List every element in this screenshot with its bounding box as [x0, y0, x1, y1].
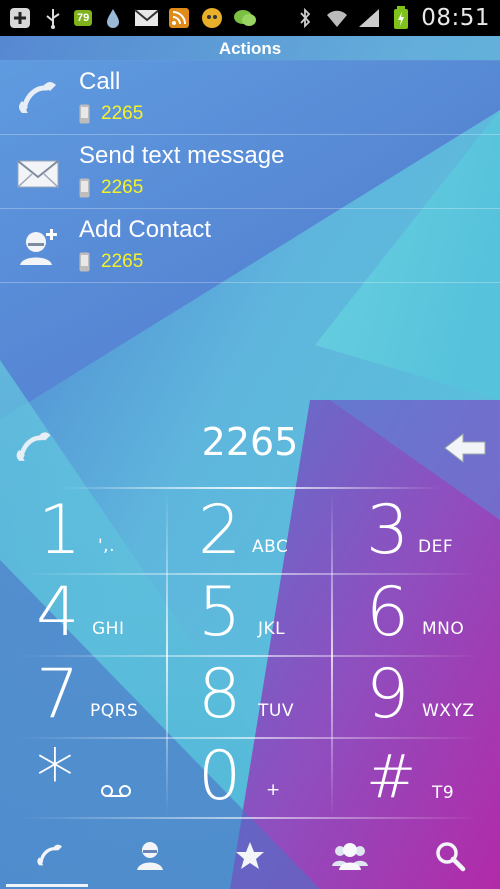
key-4[interactable]: 4 GHI	[0, 574, 166, 655]
action-add-contact[interactable]: Add Contact 2265	[0, 209, 500, 283]
star-icon	[236, 841, 264, 869]
backspace-icon	[444, 432, 486, 464]
keypad-divider	[20, 655, 480, 657]
keypad-divider	[20, 737, 480, 739]
wifi-icon	[325, 7, 349, 29]
keypad-divider	[20, 817, 480, 819]
action-label: Call	[79, 68, 121, 95]
action-list: Call 2265 Send text message 2265 Add Con…	[0, 61, 500, 283]
envelope-icon	[14, 149, 62, 197]
mobile-phone-icon	[79, 104, 90, 124]
add-contact-icon	[14, 223, 62, 271]
group-icon	[332, 842, 368, 870]
battery-icon	[389, 6, 413, 29]
dialed-number: 2265	[201, 420, 299, 464]
active-tab-indicator	[6, 884, 88, 887]
keypad-divider	[20, 573, 480, 575]
key-2[interactable]: 2 ABC	[166, 492, 332, 573]
mobile-phone-icon	[79, 252, 90, 272]
action-label: Add Contact	[79, 216, 212, 243]
add-icon	[8, 7, 32, 29]
key-6[interactable]: 6 MNO	[332, 574, 498, 655]
usb-icon	[41, 7, 65, 29]
key-7[interactable]: 7 PQRS	[0, 656, 166, 737]
dial-header: 2265	[0, 412, 500, 482]
person-icon	[137, 841, 163, 870]
action-label: Send text message	[79, 142, 285, 169]
action-send-text[interactable]: Send text message 2265	[0, 135, 500, 209]
signal-icon	[357, 7, 381, 29]
dial-separator	[60, 487, 440, 489]
action-number: 2265	[101, 251, 144, 272]
voicemail-icon	[100, 784, 132, 803]
tab-favorites[interactable]	[200, 822, 300, 889]
tab-phone[interactable]	[0, 822, 100, 889]
actions-header: Actions	[0, 36, 500, 61]
drop-icon	[101, 7, 125, 29]
bluetooth-icon	[293, 7, 317, 29]
backspace-button[interactable]	[443, 432, 487, 464]
mobile-phone-icon	[79, 178, 90, 198]
key-star[interactable]: *	[0, 738, 166, 819]
phone-icon	[37, 844, 62, 865]
action-number: 2265	[101, 103, 144, 124]
key-9[interactable]: 9 WXYZ	[332, 656, 498, 737]
key-hash[interactable]: # T9	[332, 738, 498, 819]
status-bar: 79 08:51	[0, 0, 500, 36]
search-icon	[436, 841, 466, 871]
chat-icon	[233, 7, 257, 29]
clock: 08:51	[421, 5, 490, 31]
rss-icon	[167, 7, 191, 29]
bottom-tab-bar	[0, 822, 500, 889]
key-1[interactable]: 1 ',.	[0, 492, 166, 573]
action-number: 2265	[101, 177, 144, 198]
tab-search[interactable]	[400, 822, 500, 889]
tab-contacts[interactable]	[100, 822, 200, 889]
phone-icon	[14, 75, 62, 123]
key-8[interactable]: 8 TUV	[166, 656, 332, 737]
key-3[interactable]: 3 DEF	[332, 492, 498, 573]
key-5[interactable]: 5 JKL	[166, 574, 332, 655]
tab-groups[interactable]	[300, 822, 400, 889]
action-call[interactable]: Call 2265	[0, 61, 500, 135]
fire-icon	[200, 7, 224, 29]
key-0[interactable]: 0 +	[166, 738, 332, 819]
gmail-icon	[134, 7, 159, 29]
battery-level-badge: 79	[74, 10, 93, 26]
